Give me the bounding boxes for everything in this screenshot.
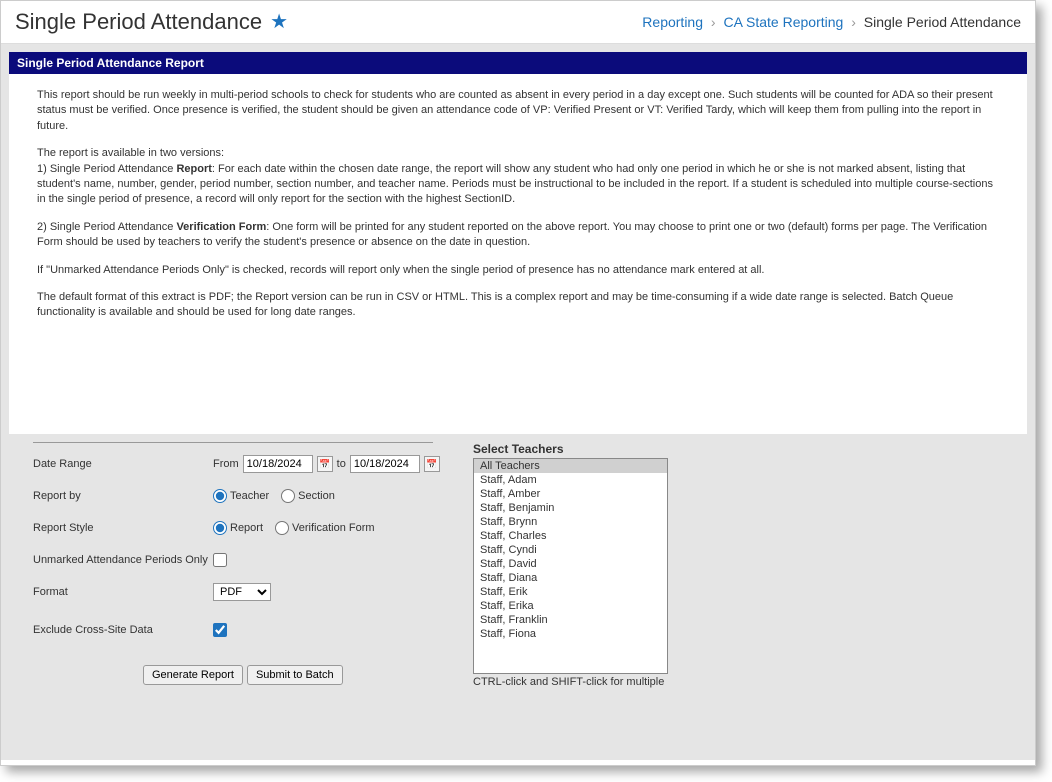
unmarked-label: Unmarked Attendance Periods Only — [33, 554, 213, 566]
teacher-option[interactable]: Staff, Diana — [474, 571, 667, 585]
teacher-option[interactable]: Staff, David — [474, 557, 667, 571]
report-style-report-radio[interactable]: Report — [213, 521, 263, 535]
calendar-icon[interactable]: 📅 — [424, 456, 440, 472]
teacher-option[interactable]: Staff, Amber — [474, 487, 667, 501]
description-panel: This report should be run weekly in mult… — [9, 74, 1027, 434]
desc-p2-1: 1) Single Period Attendance Report: For … — [37, 162, 999, 208]
teacher-listbox[interactable]: All TeachersStaff, AdamStaff, AmberStaff… — [473, 458, 668, 674]
report-style-label: Report Style — [33, 522, 213, 534]
report-style-verification-radio[interactable]: Verification Form — [275, 521, 375, 535]
desc-p2-2b: Verification Form — [176, 221, 266, 233]
teachers-hint: CTRL-click and SHIFT-click for multiple — [473, 676, 693, 688]
format-select[interactable]: PDF — [213, 583, 271, 601]
teacher-option[interactable]: Staff, Fiona — [474, 627, 667, 641]
teacher-option[interactable]: Staff, Erik — [474, 585, 667, 599]
teacher-option[interactable]: Staff, Charles — [474, 529, 667, 543]
teacher-option[interactable]: Staff, Adam — [474, 473, 667, 487]
to-label: to — [337, 458, 346, 470]
teacher-option[interactable]: Staff, Erika — [474, 599, 667, 613]
select-teachers-label: Select Teachers — [473, 442, 693, 456]
exclude-checkbox[interactable] — [213, 623, 227, 637]
breadcrumb-reporting[interactable]: Reporting — [642, 14, 703, 30]
content-region: Single Period Attendance Report This rep… — [1, 44, 1035, 760]
unmarked-checkbox[interactable] — [213, 553, 227, 567]
chevron-right-icon: › — [851, 14, 856, 30]
star-icon[interactable]: ★ — [270, 12, 288, 32]
report-style-verification-input[interactable] — [275, 521, 289, 535]
from-date-input[interactable] — [243, 455, 313, 473]
breadcrumb-current: Single Period Attendance — [864, 14, 1021, 30]
submit-batch-button[interactable]: Submit to Batch — [247, 665, 343, 685]
report-by-section-radio[interactable]: Section — [281, 489, 335, 503]
form-right: Select Teachers All TeachersStaff, AdamS… — [473, 442, 693, 688]
date-range-label: Date Range — [33, 458, 213, 470]
to-date-input[interactable] — [350, 455, 420, 473]
breadcrumb-ca-state[interactable]: CA State Reporting — [723, 14, 843, 30]
report-by-label: Report by — [33, 490, 213, 502]
form-area: Date Range From 📅 to 📅 Report by — [9, 434, 1027, 696]
page-title-text: Single Period Attendance — [15, 9, 262, 35]
header-bar: Single Period Attendance ★ Reporting › C… — [1, 1, 1035, 44]
desc-p3: If "Unmarked Attendance Periods Only" is… — [37, 263, 999, 278]
calendar-icon[interactable]: 📅 — [317, 456, 333, 472]
desc-p2-1a: 1) Single Period Attendance — [37, 163, 176, 175]
generate-report-button[interactable]: Generate Report — [143, 665, 243, 685]
breadcrumb: Reporting › CA State Reporting › Single … — [642, 14, 1021, 30]
page-title: Single Period Attendance ★ — [15, 9, 288, 35]
desc-p2-1b: Report — [176, 163, 211, 175]
teacher-option[interactable]: All Teachers — [474, 459, 667, 473]
chevron-right-icon: › — [711, 14, 716, 30]
desc-p1: This report should be run weekly in mult… — [37, 88, 999, 134]
panel-title: Single Period Attendance Report — [9, 52, 1027, 74]
report-style-report-input[interactable] — [213, 521, 227, 535]
format-label: Format — [33, 586, 213, 598]
report-by-section-input[interactable] — [281, 489, 295, 503]
teacher-option[interactable]: Staff, Benjamin — [474, 501, 667, 515]
teacher-option[interactable]: Staff, Cyndi — [474, 543, 667, 557]
report-by-teacher-input[interactable] — [213, 489, 227, 503]
from-label: From — [213, 458, 239, 470]
teacher-option[interactable]: Staff, Franklin — [474, 613, 667, 627]
desc-p4: The default format of this extract is PD… — [37, 290, 999, 321]
teacher-option[interactable]: Staff, Brynn — [474, 515, 667, 529]
exclude-label: Exclude Cross-Site Data — [33, 624, 213, 636]
form-left: Date Range From 📅 to 📅 Report by — [33, 442, 433, 688]
desc-p2-2: 2) Single Period Attendance Verification… — [37, 220, 999, 251]
desc-p2-2a: 2) Single Period Attendance — [37, 221, 176, 233]
desc-p2-intro: The report is available in two versions: — [37, 146, 999, 161]
report-by-teacher-radio[interactable]: Teacher — [213, 489, 269, 503]
